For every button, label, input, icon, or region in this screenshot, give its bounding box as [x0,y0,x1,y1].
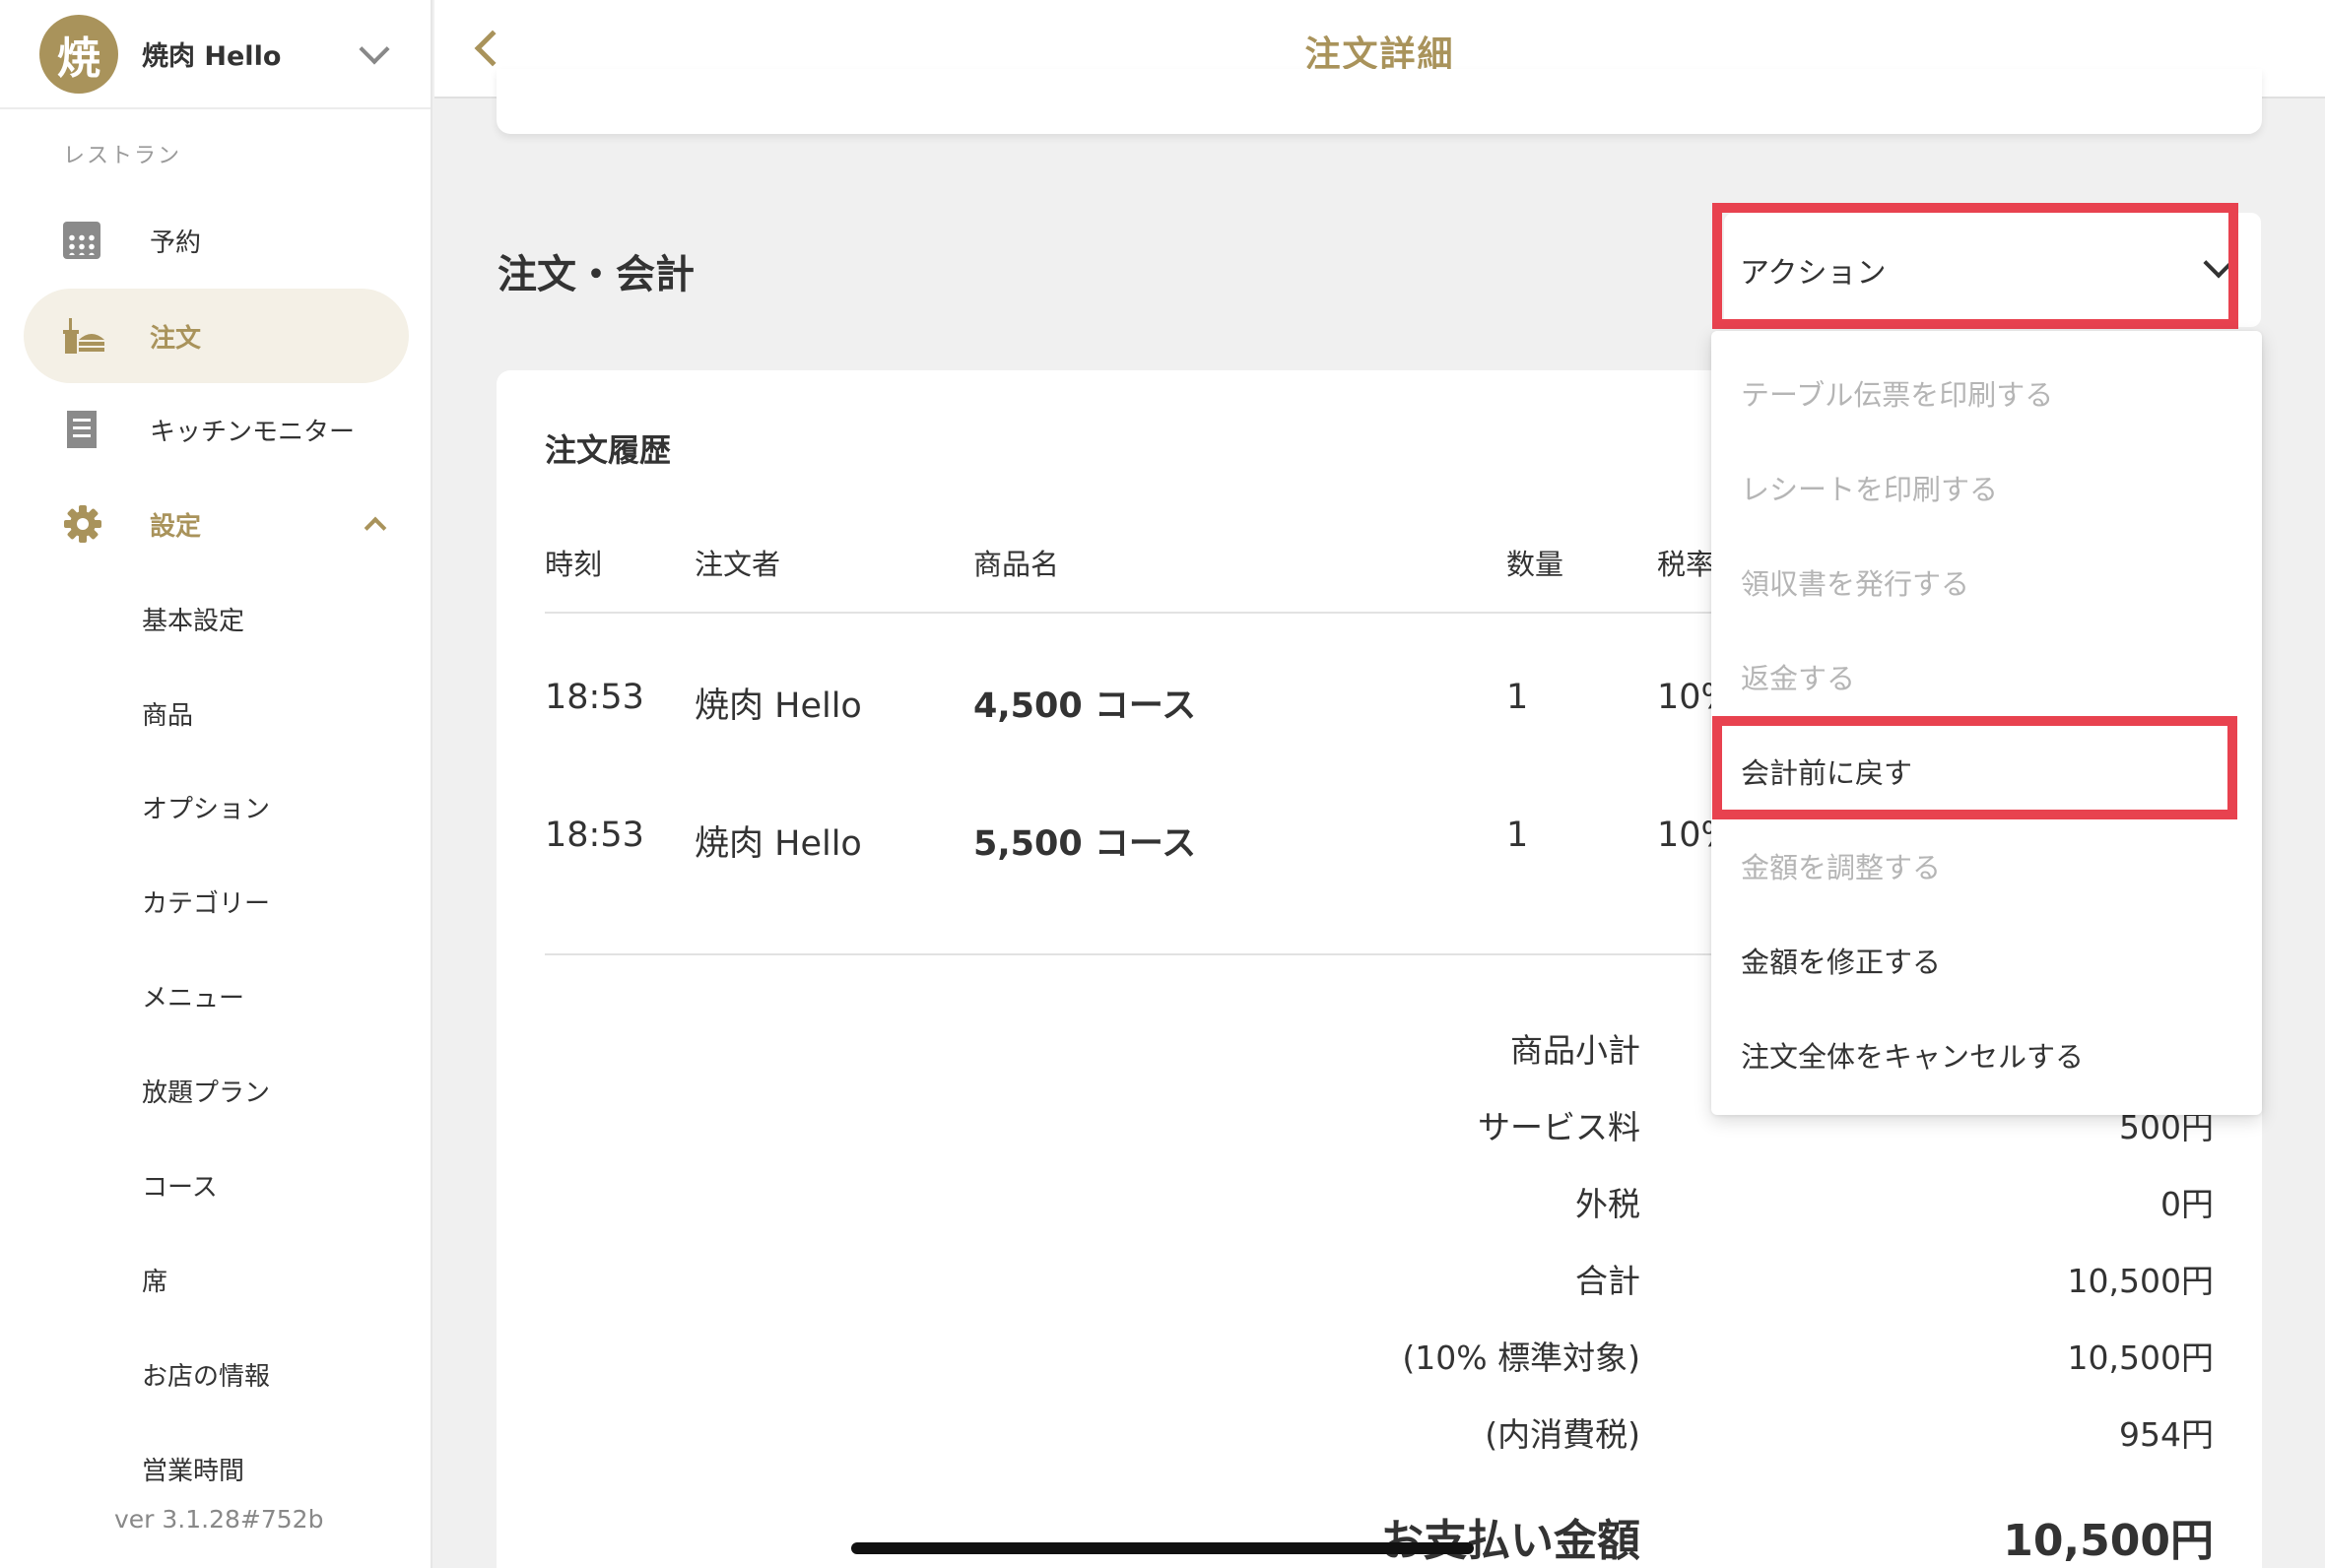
cell-product: 5,500 コース [973,824,1197,864]
sidebar-subitem-menu[interactable]: メニュー [142,978,244,1014]
summary-label-external-tax: 外税 [1575,1185,1640,1223]
store-switcher[interactable]: 焼 焼肉 Hello [0,0,431,109]
chevron-up-icon[interactable] [364,516,387,540]
store-avatar: 焼 [39,14,118,94]
sidebar-item-label: キッチンモニター [150,417,356,447]
sidebar-item-label: 予約 [150,228,202,258]
action-dropdown-menu: テーブル伝票を印刷する レシートを印刷する 領収書を発行する 返金する 会計前に… [1711,331,2262,1115]
column-header-tax-rate: 税率 [1657,548,1715,581]
sidebar-item-label: 設定 [150,511,202,542]
cell-time: 18:53 [545,678,644,717]
menu-item-print-receipt: レシートを印刷する [1741,473,1999,506]
sidebar-item-label: 注文 [150,323,202,354]
sidebar-subitem-courses[interactable]: コース [142,1167,218,1204]
menu-item-refund: 返金する [1741,662,1856,695]
summary-value-payment-amount: 10,500円 [2003,1516,2214,1566]
action-select[interactable]: アクション [1724,213,2261,327]
summary-label-service-fee: サービス料 [1478,1108,1640,1146]
menu-item-cancel-entire-order[interactable]: 注文全体をキャンセルする [1741,1034,2084,1076]
sidebar-subitem-all-you-can-plans[interactable]: 放題プラン [142,1073,270,1109]
sidebar-subitem-business-hours[interactable]: 営業時間 [142,1451,244,1487]
order-icon [63,318,104,354]
summary-value-total: 10,500円 [2067,1262,2214,1300]
section-label-restaurant: レストラン [63,144,182,168]
sidebar: 焼 焼肉 Hello レストラン 予約 注文 キッチンモニター 設定 基本設定 … [0,0,432,1568]
sidebar-item-reservation[interactable]: 予約 [24,193,409,288]
column-header-time: 時刻 [545,548,603,581]
summary-label-subtotal: 商品小計 [1510,1031,1640,1070]
summary-value-external-tax: 0円 [2160,1185,2214,1223]
home-indicator [851,1542,1474,1554]
cell-quantity: 1 [1506,678,1529,717]
calendar-icon [63,222,100,259]
summary-label-consumption-tax: (内消費税) [1485,1415,1640,1454]
menu-item-adjust-amount: 金額を調整する [1741,851,1942,884]
menu-item-modify-amount[interactable]: 金額を修正する [1741,940,1941,981]
sidebar-item-order[interactable]: 注文 [24,289,409,383]
cell-product: 4,500 コース [973,686,1197,726]
sidebar-item-kitchen-monitor[interactable]: キッチンモニター [24,382,409,477]
summary-value-consumption-tax: 954円 [2119,1415,2214,1454]
column-header-product: 商品名 [973,548,1060,581]
column-header-orderer: 注文者 [695,548,781,581]
sidebar-subitem-store-info[interactable]: お店の情報 [142,1356,270,1393]
summary-label-standard-rate: (10% 標準対象) [1402,1339,1640,1377]
store-name: 焼肉 Hello [142,41,282,72]
section-title: 注文・会計 [498,252,695,297]
chevron-down-icon [2203,247,2234,279]
menu-item-issue-receipt: 領収書を発行する [1741,567,1970,601]
cell-time: 18:53 [545,816,644,855]
summary-label-total: 合計 [1575,1262,1640,1300]
history-title: 注文履歴 [545,431,672,469]
sidebar-subitem-basic-settings[interactable]: 基本設定 [142,601,244,637]
app-version: ver 3.1.28#752b [114,1505,324,1534]
cell-orderer: 焼肉 Hello [695,686,862,726]
sidebar-subitem-categories[interactable]: カテゴリー [142,883,270,920]
sidebar-item-settings[interactable]: 設定 [24,477,409,571]
gear-icon [64,505,101,543]
sidebar-subitem-options[interactable]: オプション [142,789,270,825]
menu-item-revert-to-pre-checkout[interactable]: 会計前に戻す [1741,751,1912,792]
action-select-label: アクション [1740,256,1887,291]
menu-item-print-table-slip: テーブル伝票を印刷する [1741,378,2054,412]
summary-label-payment-amount: お支払い金額 [1380,1516,1640,1566]
cell-quantity: 1 [1506,816,1529,855]
receipt-icon [67,411,97,448]
previous-card [497,69,2262,134]
cell-orderer: 焼肉 Hello [695,824,862,864]
sidebar-subitem-seats[interactable]: 席 [142,1262,167,1298]
column-header-quantity: 数量 [1506,548,1564,581]
chevron-down-icon[interactable] [359,33,390,65]
sidebar-subitem-products[interactable]: 商品 [142,695,193,732]
summary-value-standard-rate: 10,500円 [2067,1339,2214,1377]
